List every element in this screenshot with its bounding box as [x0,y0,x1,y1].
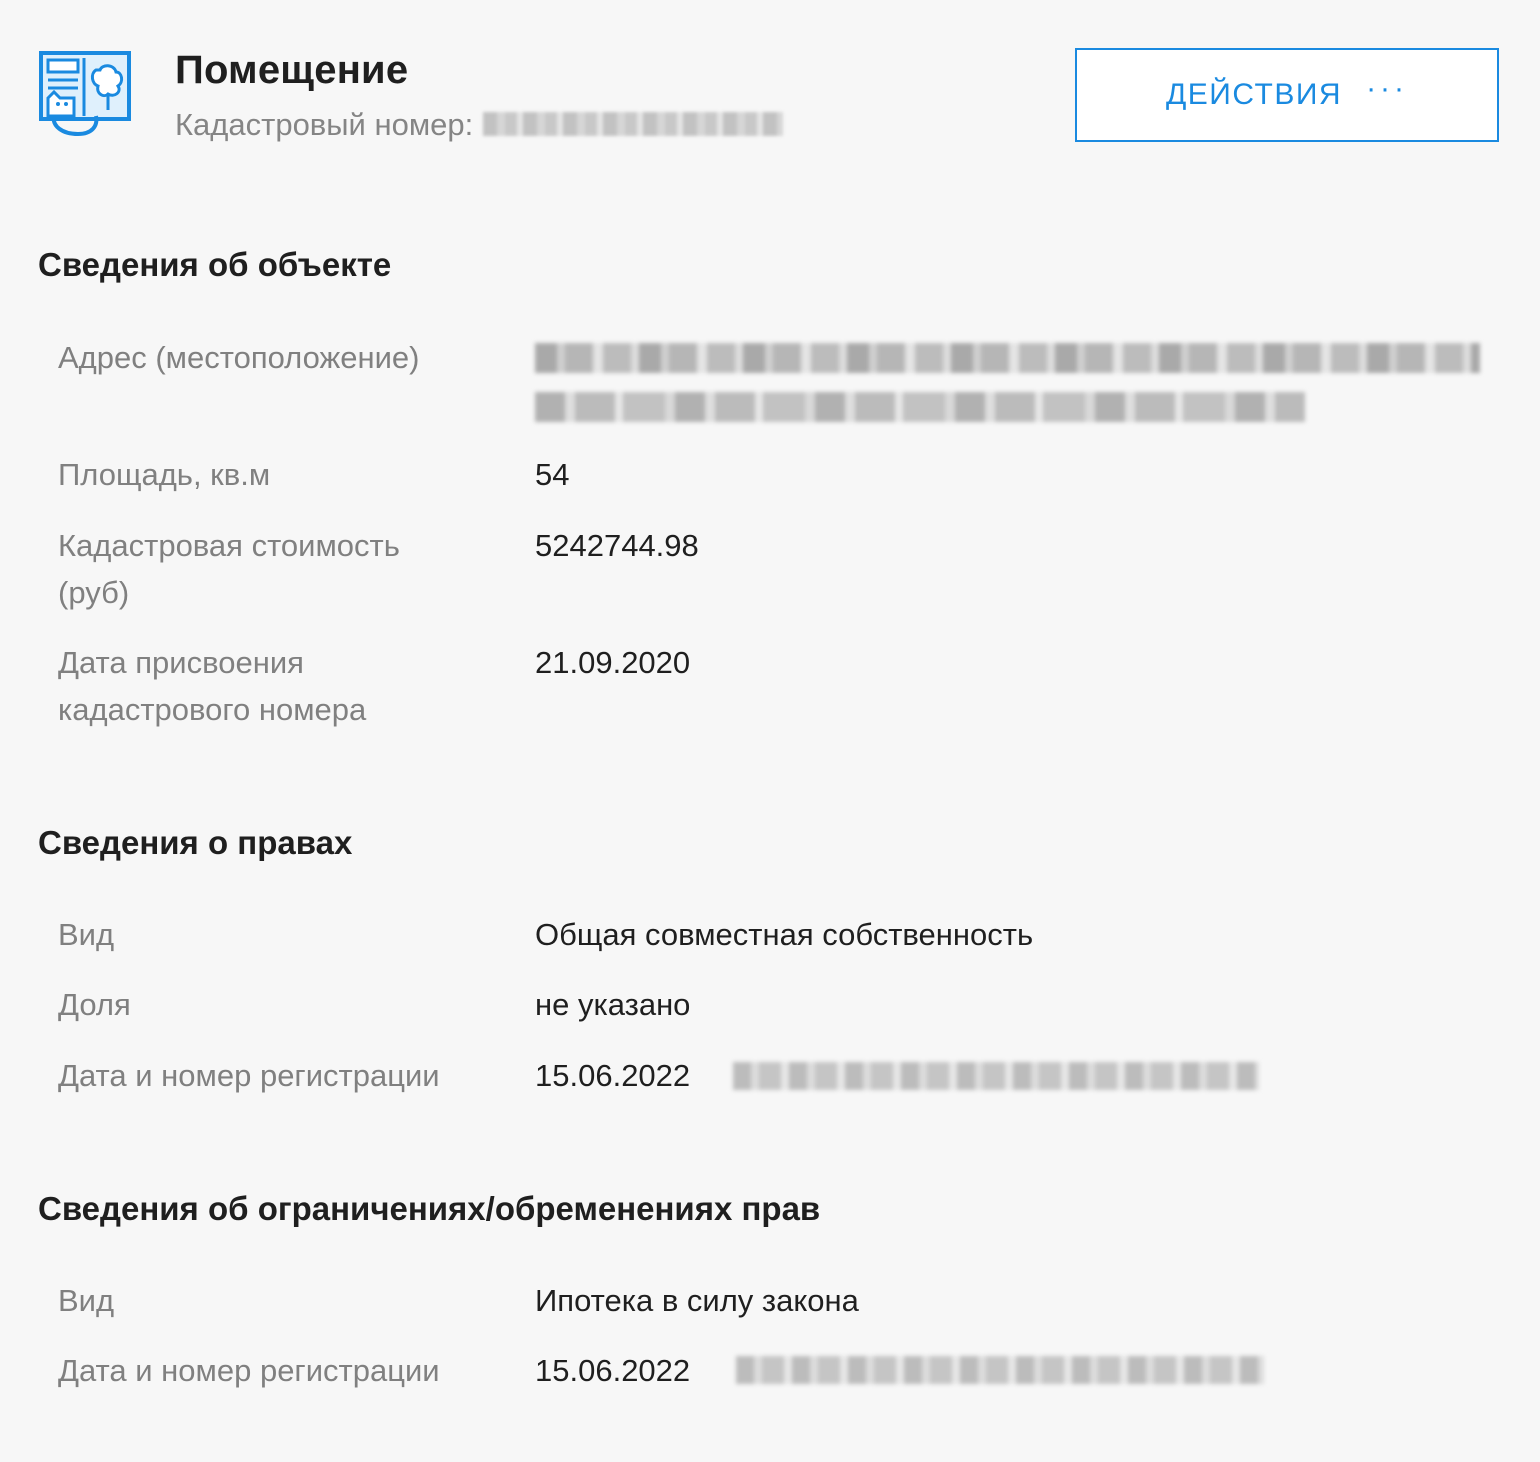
label-rights-registration: Дата и номер регистрации [58,1058,440,1093]
page-title: Помещение [175,48,409,92]
label-address: Адрес (местоположение) [58,340,420,375]
cadastral-number-label: Кадастровый номер: [175,107,474,142]
section-title-encumbrances: Сведения об ограничениях/обременениях пр… [38,1190,821,1227]
value-share: не указано [535,987,691,1022]
more-dots-icon: ··· [1366,72,1409,105]
label-area: Площадь, кв.м [58,457,271,492]
section-title-object: Сведения об объекте [38,246,392,283]
label-assignment-date: Дата присвоения кадастрового номера [58,645,367,727]
value-area: 54 [535,457,570,492]
value-assignment-date: 21.09.2020 [535,645,691,680]
section-title-rights: Сведения о правах [38,824,353,861]
value-rights-registration-date: 15.06.2022 [535,1058,691,1093]
cadastral-number-redacted [483,111,784,136]
cadastral-number: Кадастровый номер: [175,107,784,143]
value-rights-type: Общая совместная собственность [535,917,1034,952]
object-header: Помещение Кадастровый номер: ДЕЙСТВИЯ ··… [0,0,1540,170]
address-redacted-line-1 [535,343,1480,373]
label-cadastral-value: Кадастровая стоимость (руб) [58,528,400,610]
label-rights-type: Вид [58,917,115,952]
value-encumbrance-registration-date: 15.06.2022 [535,1353,691,1388]
address-redacted-line-2 [535,392,1305,422]
value-cadastral-value: 5242744.98 [535,528,699,563]
encumbrance-registration-number-redacted [736,1356,1264,1384]
label-share: Доля [58,987,131,1022]
label-encumbrance-registration: Дата и номер регистрации [58,1353,440,1388]
actions-button-label: ДЕЙСТВИЯ [1165,78,1343,111]
value-encumbrance-type: Ипотека в силу закона [535,1283,859,1318]
rights-registration-number-redacted [733,1062,1259,1090]
label-encumbrance-type: Вид [58,1283,115,1318]
actions-button[interactable]: ДЕЙСТВИЯ ··· [1075,48,1499,142]
room-icon [39,51,131,137]
